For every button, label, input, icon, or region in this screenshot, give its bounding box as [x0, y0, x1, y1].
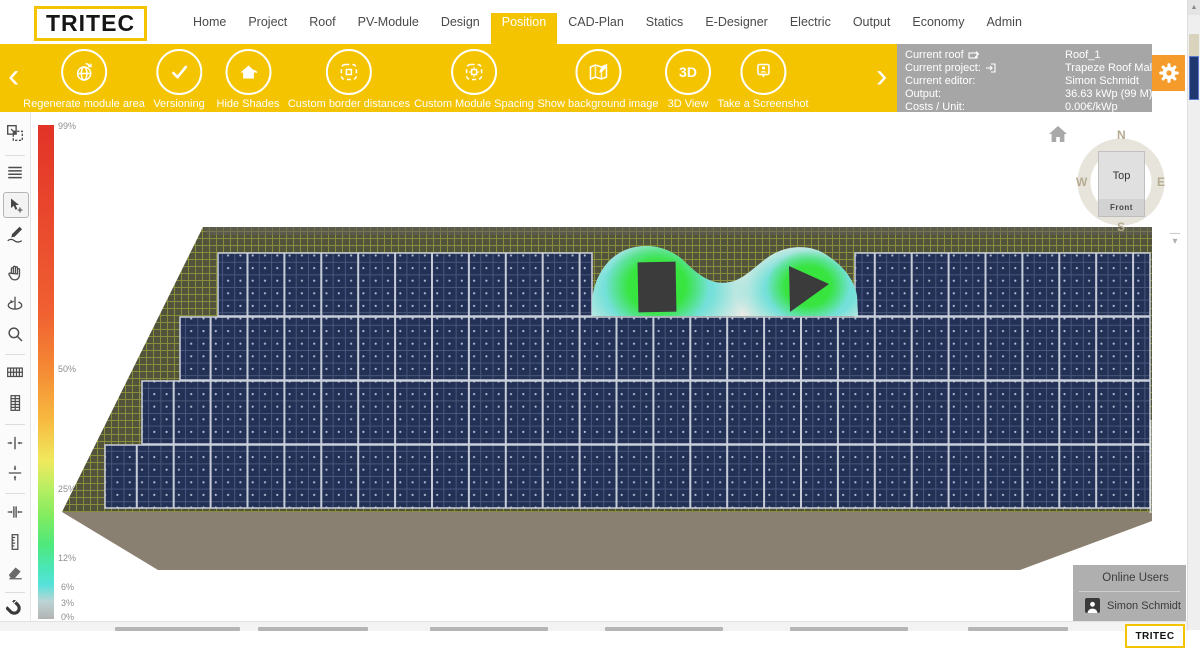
3d-view-button[interactable]: 3D 3D View [665, 49, 711, 110]
drawing-tools-sidebar [0, 112, 31, 621]
online-user-name: Simon Schmidt [1107, 600, 1181, 612]
obstacle-box[interactable] [638, 262, 677, 313]
compass-south: S [1117, 220, 1125, 234]
view-cube-front[interactable]: Front [1098, 199, 1145, 217]
info-label: Current project: [905, 62, 981, 74]
custom-module-spacing-button[interactable]: Custom Module Spacing [414, 49, 534, 110]
nav-output[interactable]: Output [842, 0, 902, 44]
current-editor-value: Simon Schmidt [1065, 75, 1139, 87]
main-menu: Home Project Roof PV-Module Design Posit… [182, 0, 1033, 44]
scale-label: 99% [58, 121, 76, 131]
align-vertical-tool[interactable] [6, 464, 24, 482]
view-cube-top[interactable]: Top [1098, 151, 1145, 200]
collapse-widget-icon[interactable]: —▾ [1170, 230, 1180, 246]
module-grid-vertical-tool[interactable] [6, 394, 24, 412]
nav-position[interactable]: Position [491, 0, 557, 44]
roof-edge-band [203, 227, 1152, 235]
globe-refresh-icon [72, 60, 96, 84]
nav-roof[interactable]: Roof [298, 0, 346, 44]
dashed-border-icon [337, 60, 361, 84]
eraser-tool[interactable] [6, 563, 24, 581]
online-user-row[interactable]: Simon Schmidt [1073, 592, 1186, 613]
compass-west: W [1076, 175, 1087, 189]
info-label: Current editor: [905, 75, 975, 87]
current-roof-value: Roof_1 [1065, 49, 1100, 61]
nav-design[interactable]: Design [430, 0, 491, 44]
list-tool[interactable] [6, 163, 24, 181]
info-label: Costs / Unit: [905, 101, 965, 113]
take-screenshot-button[interactable]: Take a Screenshot [717, 49, 808, 110]
scrollbar-segment [1189, 34, 1199, 56]
nav-e-designer[interactable]: E-Designer [694, 0, 779, 44]
online-users-title: Online Users [1073, 565, 1186, 591]
nav-home[interactable]: Home [182, 0, 237, 44]
toolbar-scroll-right-icon[interactable]: › [876, 58, 887, 94]
zoom-tool[interactable] [6, 325, 24, 343]
vertical-scrollbar[interactable]: ▲ [1187, 0, 1200, 630]
align-horizontal-tool[interactable] [6, 434, 24, 452]
scale-label: 0% [61, 612, 74, 621]
row-spacing-tool[interactable] [6, 503, 24, 521]
scale-label: 3% [61, 598, 74, 608]
roof-facade [62, 512, 1152, 570]
design-canvas[interactable]: 99% 50% 25% 12% 6% 3% 0% [31, 112, 1188, 621]
move-tool[interactable] [3, 192, 29, 218]
draw-tool[interactable] [6, 225, 24, 243]
switch-project-icon[interactable] [985, 63, 997, 73]
toolbar-scroll-left-icon[interactable]: ‹ [8, 58, 19, 94]
three-d-icon: 3D [679, 64, 697, 80]
regenerate-module-area-button[interactable]: Regenerate module area [23, 49, 145, 110]
current-project-info-panel: Current roof Roof_1 Current project: Tra… [897, 44, 1152, 112]
nav-electric[interactable]: Electric [779, 0, 842, 44]
online-users-panel: Online Users Simon Schmidt [1073, 565, 1186, 621]
gear-icon [1156, 60, 1182, 86]
roof-3d-view[interactable] [62, 224, 1152, 570]
dashed-spacing-icon [462, 60, 486, 84]
nav-cad-plan[interactable]: CAD-Plan [557, 0, 635, 44]
check-icon [167, 60, 191, 84]
position-toolbar: ‹ Regenerate module area Versioning Hide… [0, 44, 897, 112]
top-navigation: TRITEC Home Project Roof PV-Module Desig… [0, 0, 1188, 44]
screenshot-icon [751, 60, 775, 84]
show-background-image-button[interactable]: Show background image [537, 49, 658, 110]
view-orientation-widget[interactable]: N E S W Top Front —▾ [1044, 122, 1169, 240]
scrollbar-thumb[interactable] [1189, 56, 1199, 100]
house-icon [236, 60, 260, 84]
ruler-tool[interactable] [6, 533, 24, 551]
info-label: Output: [905, 88, 941, 100]
area-select-tool[interactable] [6, 124, 24, 142]
settings-button[interactable] [1152, 55, 1185, 91]
scroll-up-icon[interactable]: ▲ [1188, 0, 1200, 15]
nav-pv-module[interactable]: PV-Module [347, 0, 430, 44]
shading-loss-scale [38, 125, 54, 619]
custom-border-distances-button[interactable]: Custom border distances [288, 49, 410, 110]
hide-shades-button[interactable]: Hide Shades [217, 49, 280, 110]
compass-east: E [1157, 175, 1165, 189]
module-grid-horizontal-tool[interactable] [6, 363, 24, 381]
costs-per-unit-value: 0.00€/kWp [1065, 101, 1118, 113]
output-value: 36.63 kWp (99 M) [1065, 88, 1152, 100]
pv-design-app: { "brand": { "logo": "TRITEC", "logo_sma… [0, 0, 1200, 630]
magnet-snap-tool[interactable] [6, 600, 24, 618]
map-edit-icon [586, 60, 610, 84]
user-avatar-icon [1085, 598, 1100, 613]
nav-economy[interactable]: Economy [901, 0, 975, 44]
scale-label: 6% [61, 582, 74, 592]
pan-tool[interactable] [6, 264, 24, 282]
info-label: Current roof [905, 49, 964, 61]
tritec-mini-logo: TRITEC [1125, 624, 1185, 648]
nav-statics[interactable]: Statics [635, 0, 695, 44]
rename-icon[interactable] [968, 50, 980, 60]
versioning-button[interactable]: Versioning [153, 49, 204, 110]
compass-north: N [1117, 128, 1126, 142]
tritec-logo: TRITEC [34, 6, 147, 41]
rotate-tool[interactable] [6, 295, 24, 313]
nav-admin[interactable]: Admin [975, 0, 1032, 44]
nav-project[interactable]: Project [237, 0, 298, 44]
